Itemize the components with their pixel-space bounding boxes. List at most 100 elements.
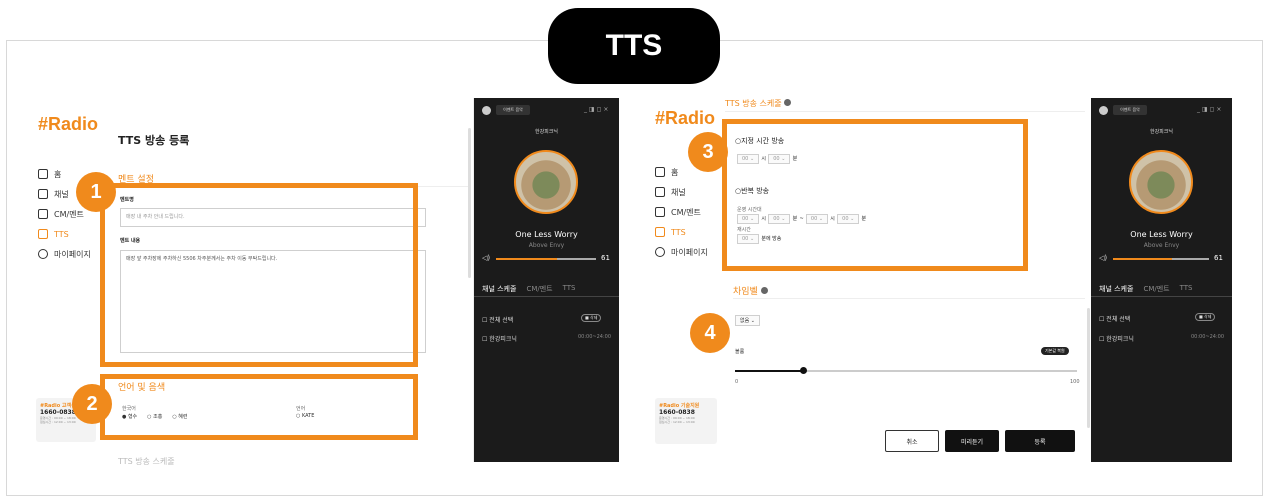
scrollbar[interactable] (468, 128, 471, 278)
channel-name: 한강피크닉 (534, 129, 558, 135)
nav-tts-label: TTS (671, 227, 686, 237)
window-controls[interactable]: _ ◨ ◻ × (584, 106, 608, 113)
event-music-label: 이벤트 음악 (1120, 107, 1140, 112)
volume-icon[interactable]: ◁) (482, 254, 490, 262)
bottom-section-title: TTS 방송 스케줄 (118, 457, 175, 466)
home-icon (655, 167, 665, 177)
delete-button[interactable]: ■ 삭제 (581, 314, 602, 322)
delete-label: ■ 삭제 (1199, 314, 1212, 319)
volume-slider-fill (1113, 258, 1172, 260)
music-note-icon (655, 187, 665, 197)
event-music-label: 이벤트 음악 (503, 107, 523, 112)
nav-cm-label: CM/멘트 (54, 209, 84, 219)
chime-title-text: 차임벨 (733, 287, 758, 297)
chat-icon (38, 229, 48, 239)
user-icon (38, 249, 48, 259)
support-title: #Radio 기술지원 (659, 403, 700, 409)
highlight-2 (100, 374, 418, 440)
select-all-label: 전체 선택 (1106, 316, 1131, 323)
nav-channel[interactable]: 채널 (655, 182, 725, 202)
schedule-row-time: 00:00~24:00 (1191, 334, 1225, 340)
window-controls[interactable]: _ ◨ ◻ × (1197, 106, 1221, 113)
delete-button[interactable]: ■ 삭제 (1195, 313, 1216, 321)
volume-icon[interactable]: ◁) (1099, 254, 1107, 262)
marker-4: 4 (690, 313, 730, 353)
select-all-checkbox[interactable]: ☐ 전체 선택 (482, 315, 513, 324)
nav-mypage[interactable]: 마이페이지 (655, 242, 725, 262)
tab-cm[interactable]: CM/멘트 (526, 284, 552, 294)
tab-channel-schedule[interactable]: 채널 스케줄 (482, 284, 516, 294)
chime-volume-fill (735, 370, 804, 372)
schedule-row-name: 한강피크닉 (489, 336, 517, 343)
chat-icon (655, 227, 665, 237)
marker-2: 2 (72, 384, 112, 424)
info-icon[interactable] (760, 287, 768, 294)
tab-tts[interactable]: TTS (563, 284, 576, 294)
right-logo[interactable]: #Radio (655, 108, 715, 129)
cancel-label: 취소 (906, 438, 918, 446)
event-music-button[interactable]: 이벤트 음악 (1113, 105, 1147, 115)
song-title: One Less Worry (1130, 230, 1193, 239)
music-note-icon (38, 189, 48, 199)
gear-icon[interactable] (1099, 106, 1108, 115)
schedule-row[interactable]: ☐ 한강피크닉 (1099, 334, 1134, 343)
reset-button[interactable]: 기본값 복원 (1041, 347, 1069, 355)
left-logo[interactable]: #Radio (38, 114, 98, 135)
album-art (514, 150, 578, 214)
preview-label: 미리듣기 (960, 438, 984, 446)
player-tabs: 채널 스케줄 CM/멘트 TTS (1099, 284, 1192, 294)
scrollbar[interactable] (1087, 308, 1090, 428)
album-art (1129, 150, 1193, 214)
register-label: 등록 (1034, 438, 1046, 446)
gear-icon[interactable] (482, 106, 491, 115)
nav-tts[interactable]: TTS (655, 222, 725, 242)
user-icon (655, 247, 665, 257)
nav-channel-label: 채널 (671, 187, 686, 197)
nav-mypage[interactable]: 마이페이지 (38, 244, 108, 264)
schedule-row-name: 한강피크닉 (1106, 336, 1134, 343)
delete-label: ■ 삭제 (585, 315, 598, 320)
left-player-panel: 이벤트 음악 _ ◨ ◻ × 한강피크닉 One Less Worry Abov… (474, 98, 619, 462)
pill-label: TTS (605, 29, 663, 62)
highlight-3 (722, 119, 1028, 271)
tab-tts[interactable]: TTS (1180, 284, 1193, 294)
speaker-icon (655, 207, 665, 217)
nav-mypage-label: 마이페이지 (671, 247, 708, 257)
chime-select-value: 없음 (740, 318, 750, 324)
schedule-row-time: 00:00~24:00 (578, 334, 612, 340)
volume-value: 61 (1214, 254, 1223, 262)
support-card: #Radio 기술지원 1660-0838 운영시간 : 09:00 ~ 18:… (655, 398, 717, 444)
info-icon[interactable] (784, 99, 792, 106)
schedule-row[interactable]: ☐ 한강피크닉 (482, 334, 517, 343)
volume-value: 61 (601, 254, 610, 262)
marker-1: 1 (76, 172, 116, 212)
chime-volume-knob[interactable] (800, 367, 808, 374)
nav-home-label: 홈 (54, 169, 62, 179)
tab-channel-schedule[interactable]: 채널 스케줄 (1099, 284, 1133, 294)
highlight-1 (100, 183, 418, 367)
chime-title: 차임벨 (733, 284, 768, 297)
artist-name: Above Envy (528, 242, 565, 249)
nav-cm[interactable]: CM/멘트 (655, 202, 725, 222)
tab-cm[interactable]: CM/멘트 (1143, 284, 1169, 294)
home-icon (38, 169, 48, 179)
chime-select[interactable]: 없음 ⌄ (735, 315, 760, 326)
right-sidebar: 홈 채널 CM/멘트 TTS 마이페이지 (655, 162, 725, 262)
support-phone: 1660-0838 (659, 409, 695, 416)
select-all-checkbox[interactable]: ☐ 전체 선택 (1099, 314, 1130, 323)
select-all-label: 전체 선택 (489, 317, 514, 324)
song-title: One Less Worry (515, 230, 578, 239)
nav-tts-label: TTS (54, 229, 69, 239)
nav-channel-label: 채널 (54, 189, 69, 199)
divider (725, 111, 1085, 112)
reset-label: 기본값 복원 (1045, 348, 1065, 353)
preview-button[interactable]: 미리듣기 (945, 430, 999, 452)
slider-max: 100 (1070, 379, 1080, 385)
support-hours-2: 점심시간 : 12:00 ~ 13:00 (659, 420, 695, 424)
event-music-button[interactable]: 이벤트 음악 (496, 105, 530, 115)
right-player-panel: 이벤트 음악 _ ◨ ◻ × 한강피크닉 One Less Worry Abov… (1091, 98, 1232, 462)
nav-tts[interactable]: TTS (38, 224, 108, 244)
tab-divider (1091, 296, 1232, 297)
register-button[interactable]: 등록 (1005, 430, 1075, 452)
cancel-button[interactable]: 취소 (885, 430, 939, 452)
